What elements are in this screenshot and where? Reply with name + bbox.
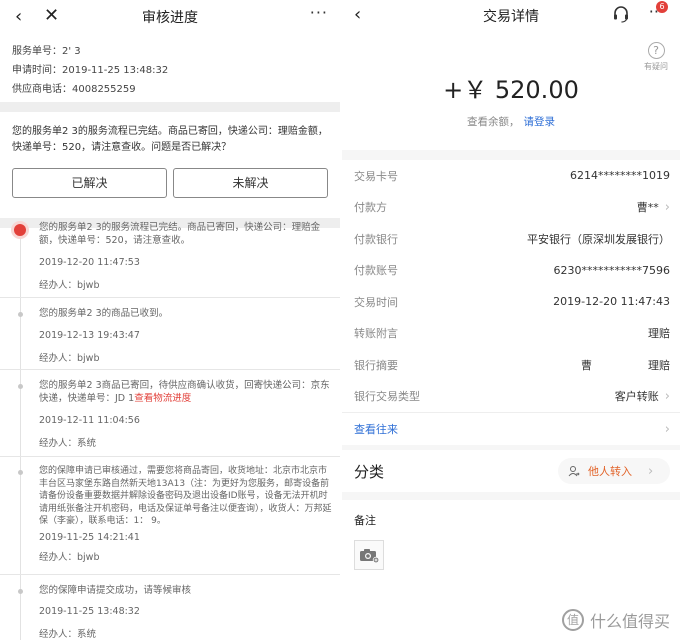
detail-value: 6214********1019 (570, 169, 670, 183)
timeline-item: 您的保障申请已审核通过，需要您将商品寄回，收货地址：北京市北京市丰台区马家堡东路… (0, 457, 340, 575)
unresolved-button[interactable]: 未解决 (173, 168, 328, 198)
timeline-handler: 经办人：系统 (39, 438, 97, 449)
transaction-details: 交易卡号 6214********1019 付款方 曹** › 付款银行 平安银行… (342, 160, 680, 445)
detail-value: 2019-12-20 11:47:43 (553, 295, 670, 309)
detail-key: 付款银行 (354, 232, 398, 246)
transaction-amount: +￥ 520.00 (443, 76, 579, 104)
timeline-handler: 经办人：bjwb (39, 280, 100, 291)
timeline-time: 2019-12-11 11:04:56 (39, 415, 140, 426)
timeline-item: 您的保障申请提交成功，请等候审核 2019-11-25 13:48:32 经办人… (0, 575, 340, 640)
detail-row-memo: 转账附言 理赔 (342, 318, 680, 350)
timeline-dot (18, 470, 23, 475)
detail-value: 理赔 (648, 327, 670, 341)
timeline-message: 您的服务单2 3的商品已收到。 (39, 308, 169, 319)
detail-row-card-number: 交易卡号 6214********1019 (342, 160, 680, 192)
timeline-handler: 经办人：bjwb (39, 551, 100, 563)
watermark-logo: 值 (561, 609, 584, 631)
detail-row-payer[interactable]: 付款方 曹** › (342, 192, 680, 224)
chevron-right-icon: › (648, 463, 654, 479)
remark-label: 备注 (354, 514, 376, 527)
timeline-message: 您的保障申请提交成功，请等候审核 (39, 585, 192, 596)
supplier-phone[interactable]: 供应商电话：4008255259 (12, 80, 328, 99)
add-photo-button[interactable] (354, 540, 384, 570)
detail-row-time: 交易时间 2019-12-20 11:47:43 (342, 286, 680, 318)
detail-value: 曹** (636, 201, 659, 215)
timeline-message: 您的服务单2 3的服务流程已完结。商品已寄回，快递公司：理赔金额，快递单号：52… (39, 222, 321, 246)
category-tag-label: 他人转入 (588, 465, 632, 478)
watermark: 值 什么值得买 (561, 608, 670, 632)
timeline-item: 您的服务单2 3的商品已收到。 2019-12-13 19:43:47 经办人：… (0, 298, 340, 370)
balance-hint: 查看余额， 请登录 (342, 114, 680, 129)
detail-key: 交易时间 (354, 295, 398, 309)
detail-row-transaction-type[interactable]: 银行交易类型 客户转账 › (342, 381, 680, 413)
service-info: 服务单号：2' 3 申请时间：2019-11-25 13:48:32 供应商电话… (0, 32, 340, 102)
resolution-text: 您的服务单2 3的服务流程已完结。商品已寄回，快递公司：理赔金额，快递单号：52… (12, 126, 328, 153)
balance-text: 查看余额， (467, 116, 520, 128)
timeline-time: 2019-11-25 13:48:32 (39, 606, 140, 617)
login-link[interactable]: 请登录 (524, 116, 556, 128)
detail-row-bank-summary: 银行摘要 曹 理赔 (342, 349, 680, 381)
page-title: 审核进度 (142, 10, 198, 26)
help-button[interactable]: ? 有疑问 (644, 42, 668, 72)
apply-time: 申请时间：2019-11-25 13:48:32 (12, 65, 169, 76)
chevron-right-icon: › (664, 388, 670, 404)
view-history-row[interactable]: 查看往来 › (342, 412, 680, 445)
progress-timeline: 您的服务单2 3的服务流程已完结。商品已寄回，快递公司：理赔金额，快递单号：52… (0, 206, 340, 640)
timeline-dot (18, 589, 23, 594)
detail-value: 曹 理赔 (581, 358, 670, 372)
amount-section: ? 有疑问 +￥ 520.00 查看余额， 请登录 (342, 30, 680, 150)
timeline-message: 您的服务单2 3商品已寄回，待供应商确认收货，回寄快递公司：京东快递，快递单号：… (39, 379, 334, 405)
timeline-item: 您的服务单2 3商品已寄回，待供应商确认收货，回寄快递公司：京东快递，快递单号：… (0, 370, 340, 457)
detail-key: 银行摘要 (354, 358, 398, 372)
detail-key: 银行交易类型 (354, 390, 420, 404)
service-number: 服务单号：2' 3 (12, 46, 81, 57)
timeline-item: 您的服务单2 3的服务流程已完结。商品已寄回，快递公司：理赔金额，快递单号：52… (0, 206, 340, 298)
detail-key: 转账附言 (354, 327, 398, 341)
question-icon: ? (647, 42, 665, 59)
timeline-time: 2019-11-25 14:21:41 (39, 531, 140, 543)
resolution-prompt: 您的服务单2 3的服务流程已完结。商品已寄回，快递公司：理赔金额，快递单号：52… (0, 112, 340, 218)
detail-row-payer-bank: 付款银行 平安银行（原深圳发展银行） (342, 223, 680, 255)
category-tag-button[interactable]: 他人转入 › (558, 458, 670, 484)
timeline-dot-active (14, 224, 26, 236)
detail-value: 平安银行（原深圳发展银行） (527, 232, 670, 246)
resolved-button[interactable]: 已解决 (12, 168, 167, 198)
divider (0, 102, 340, 112)
track-logistics-link[interactable]: 查看物流进度 (134, 393, 191, 404)
detail-key: 交易卡号 (354, 169, 398, 183)
left-nav-bar: ‹ ✕ 审核进度 ··· (0, 0, 340, 32)
timeline-dot (18, 384, 23, 389)
view-history-link[interactable]: 查看往来 (354, 421, 398, 437)
timeline-handler: 经办人：bjwb (39, 353, 100, 364)
camera-icon (360, 549, 379, 563)
timeline-message: 您的保障申请已审核通过，需要您将商品寄回，收货地址：北京市北京市丰台区马家堡东路… (39, 466, 332, 526)
transaction-detail-screen: ‹ 交易详情 ··· 6 ? 有疑问 +￥ 520.00 查看余额， 请登录 交易… (342, 0, 680, 640)
timeline-time: 2019-12-13 19:43:47 (39, 330, 140, 341)
detail-value: 6230***********7596 (553, 263, 671, 277)
headset-icon[interactable] (612, 5, 630, 23)
detail-value: 客户转账 (614, 390, 659, 404)
notification-badge: 6 (656, 1, 668, 13)
timeline-dot (18, 312, 23, 317)
timeline-handler: 经办人：系统 (39, 629, 97, 640)
detail-row-payer-account: 付款账号 6230***********7596 (342, 255, 680, 287)
review-progress-screen: ‹ ✕ 审核进度 ··· 服务单号：2' 3 申请时间：2019-11-25 1… (0, 0, 340, 640)
category-row: 分类 他人转入 › (342, 450, 680, 492)
right-nav-bar: ‹ 交易详情 ··· 6 (342, 0, 680, 30)
detail-key: 付款方 (354, 201, 387, 215)
person-transfer-icon (568, 466, 580, 477)
watermark-text: 什么值得买 (589, 612, 670, 631)
timeline-time: 2019-12-20 11:47:53 (39, 257, 140, 268)
more-icon[interactable]: ··· (310, 3, 328, 22)
category-label: 分类 (354, 462, 385, 481)
chevron-right-icon: › (664, 421, 670, 437)
chevron-right-icon: › (664, 199, 670, 215)
detail-key: 付款账号 (354, 264, 398, 278)
